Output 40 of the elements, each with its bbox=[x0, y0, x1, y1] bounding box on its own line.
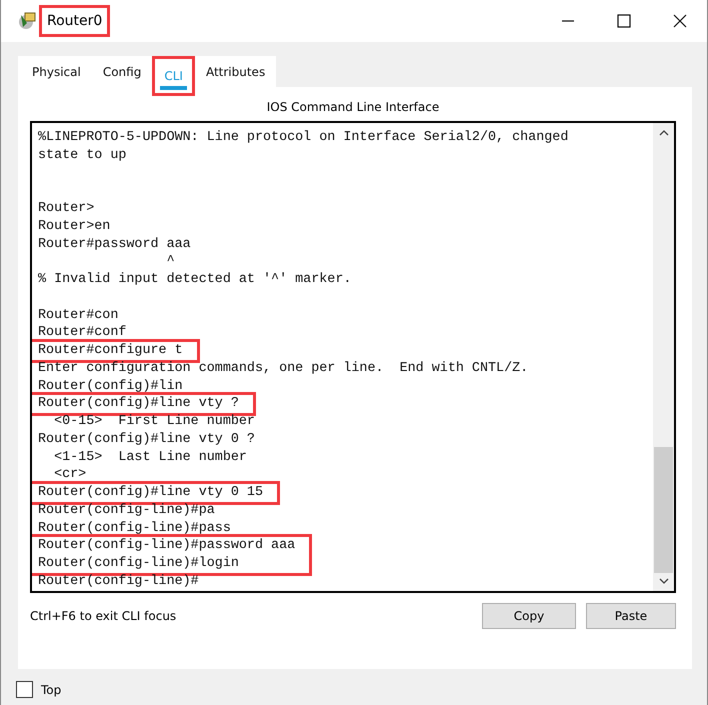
terminal-line: Router(config-line)#password aaa bbox=[38, 537, 296, 555]
terminal-line: Router(config)#line vty ? bbox=[38, 395, 239, 413]
terminal-line: %LINEPROTO-5-UPDOWN: Line protocol on Interface Serial2/0, changed bbox=[38, 129, 570, 147]
terminal-line: Router(config-line)# bbox=[38, 572, 200, 590]
tab[interactable]: Attributes bbox=[194, 56, 276, 87]
terminal-line: Router(config-line)#pass bbox=[38, 520, 232, 538]
scroll-up-icon[interactable] bbox=[658, 129, 668, 137]
terminal-line: Enter configuration commands, one per line. End with CNTL/Z. bbox=[38, 360, 530, 378]
terminal-line: state to up bbox=[38, 146, 128, 164]
terminal-line: ^ bbox=[166, 253, 176, 271]
panel-title: IOS Command Line Interface bbox=[266, 99, 440, 116]
terminal-line: Router#conf bbox=[38, 324, 128, 342]
hint-text: Ctrl+F6 to exit CLI focus bbox=[30, 609, 176, 623]
terminal-line: Router(config-line)#login bbox=[38, 555, 240, 573]
scroll-down-icon[interactable] bbox=[658, 577, 668, 585]
scroll-thumb[interactable] bbox=[654, 447, 673, 573]
tab[interactable]: Config bbox=[92, 56, 152, 87]
terminal-line: Router>en bbox=[38, 218, 112, 236]
terminal-line: Router(config)#lin bbox=[38, 378, 184, 396]
action-button[interactable]: Paste bbox=[586, 603, 676, 629]
terminal-line: <1-15> Last Line number bbox=[53, 448, 248, 466]
checkbox[interactable] bbox=[16, 681, 33, 698]
close-icon[interactable] bbox=[673, 14, 687, 28]
terminal-line: Router(config)#line vty 0 15 bbox=[38, 484, 263, 502]
terminal-line: <cr> bbox=[53, 466, 88, 484]
terminal-line: Router(config)#line vty 0 ? bbox=[38, 430, 256, 448]
terminal-line: Router(config-line)#pa bbox=[38, 502, 216, 520]
tab[interactable]: Physical bbox=[18, 56, 92, 87]
scrollbar[interactable] bbox=[653, 123, 674, 591]
terminal-line: % Invalid input detected at '^' marker. bbox=[38, 271, 352, 289]
terminal-line: <0-15> First Line number bbox=[53, 413, 256, 431]
terminal[interactable] bbox=[30, 121, 676, 593]
action-button[interactable]: Copy bbox=[482, 603, 576, 629]
terminal-line: Router#configure t bbox=[38, 342, 183, 360]
window-title: Router0 bbox=[39, 5, 110, 37]
terminal-line: Router> bbox=[38, 200, 96, 218]
terminal-line: Router#password aaa bbox=[38, 236, 192, 254]
maximize-icon[interactable] bbox=[617, 14, 631, 28]
terminal-line: Router#con bbox=[38, 306, 120, 324]
checkbox-label: Top bbox=[41, 682, 62, 696]
